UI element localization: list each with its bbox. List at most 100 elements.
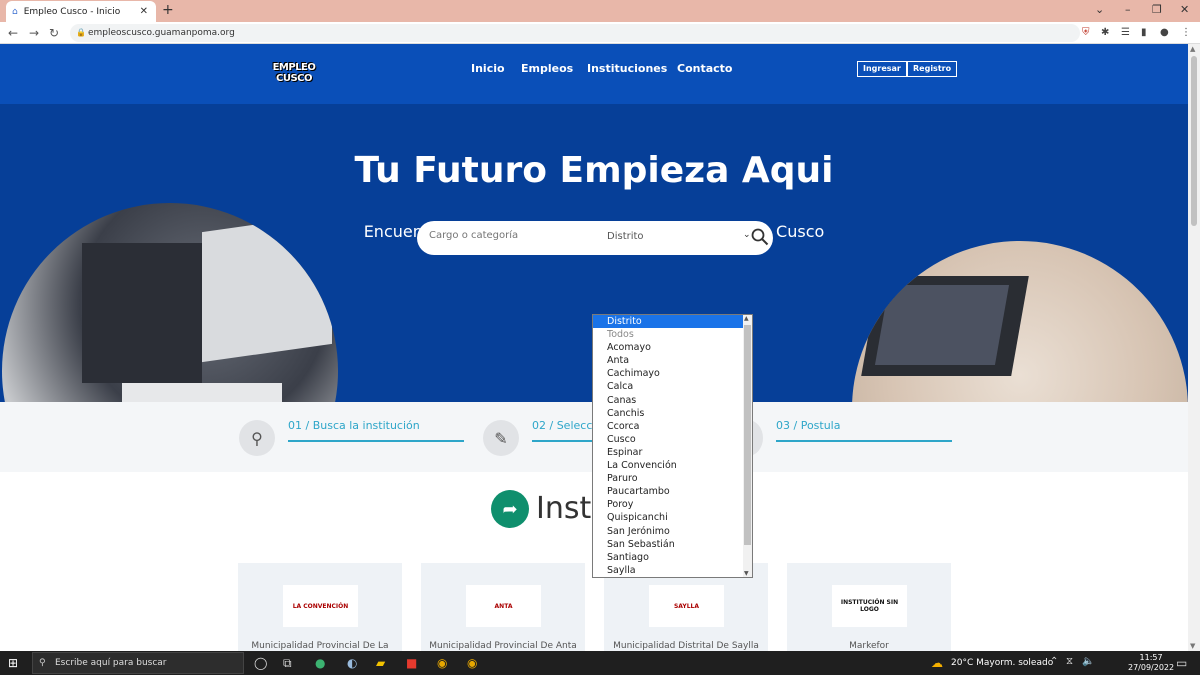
logo-caption: LA CONVENCIÓN	[292, 602, 349, 610]
dropdown-option[interactable]: Saylla	[593, 564, 752, 577]
register-button[interactable]: Registro	[907, 61, 958, 77]
district-select[interactable]: Distrito	[607, 231, 644, 242]
taskbar-search-box[interactable]: ⚲ Escribe aquí para buscar	[32, 652, 244, 674]
dropdown-option[interactable]: La Convención	[593, 459, 752, 472]
forward-icon[interactable]: →	[29, 26, 39, 40]
tab-close-icon[interactable]: ✕	[140, 6, 148, 17]
side-panel-icon[interactable]: ▮	[1141, 27, 1147, 38]
dropdown-option[interactable]: Santiago	[593, 551, 752, 564]
profile-avatar-icon[interactable]: ●	[1160, 27, 1169, 38]
app-icon-green[interactable]: ●	[315, 656, 325, 670]
job-search-input[interactable]	[429, 230, 589, 241]
chevron-down-icon[interactable]: ⌄	[743, 230, 751, 240]
url-field[interactable]: 🔒 empleoscusco.guamanpoma.org	[70, 24, 1080, 42]
institution-logo: INSTITUCIÓN SIN LOGO	[832, 585, 907, 627]
dropdown-option[interactable]: Ccorca	[593, 420, 752, 433]
login-button[interactable]: Ingresar	[857, 61, 907, 77]
dropdown-option[interactable]: Distrito	[593, 315, 752, 329]
browser-tab-strip: ⌂ Empleo Cusco - Inicio ✕ + ⌄ – ❐ ✕	[0, 0, 1200, 22]
step-2-divider	[532, 440, 592, 442]
reload-icon[interactable]: ↻	[49, 26, 59, 40]
institution-card[interactable]: LA CONVENCIÓN Municipalidad Provincial D…	[238, 563, 402, 651]
dropdown-option[interactable]: Poroy	[593, 498, 752, 511]
browser-tab[interactable]: ⌂ Empleo Cusco - Inicio ✕	[6, 1, 156, 22]
task-view-icon[interactable]: ◯	[254, 656, 267, 670]
url-text: empleoscusco.guamanpoma.org	[88, 28, 235, 38]
hero-title: Tu Futuro Empieza Aqui	[354, 150, 834, 191]
back-icon[interactable]: ←	[8, 26, 18, 40]
dropdown-option[interactable]: Canchis	[593, 407, 752, 420]
dropdown-option[interactable]: Anta	[593, 354, 752, 367]
extensions-icon[interactable]: ✱	[1101, 27, 1109, 38]
institution-name: Municipalidad Provincial De Anta	[429, 641, 577, 651]
institution-card[interactable]: INSTITUCIÓN SIN LOGO Markefor	[787, 563, 951, 651]
chrome-icon[interactable]: ◉	[437, 656, 447, 670]
nav-empleos[interactable]: Empleos	[521, 62, 573, 75]
nav-instituciones[interactable]: Instituciones	[587, 62, 667, 75]
reading-list-icon[interactable]: ☰	[1121, 27, 1130, 38]
chrome-active-icon[interactable]: ◉	[467, 656, 477, 670]
web-page: EMPLEO CUSCO Inicio Empleos Institucione…	[0, 44, 1188, 651]
new-tab-button[interactable]: +	[162, 2, 174, 18]
windows-taskbar: ⊞ ⚲ Escribe aquí para buscar ◯ ⧉ ● ◐ ▰ ■…	[0, 651, 1200, 675]
step-2-label: 02 / Selecci	[532, 419, 596, 432]
site-header: EMPLEO CUSCO Inicio Empleos Institucione…	[0, 44, 1188, 104]
app-icon-red[interactable]: ■	[406, 656, 417, 670]
dropdown-option[interactable]: Paruro	[593, 472, 752, 485]
dropdown-option[interactable]: Todos	[593, 328, 752, 341]
logo-caption: SAYLLA	[673, 602, 700, 610]
nav-contacto[interactable]: Contacto	[677, 62, 732, 75]
clock-date: 27/09/2022	[1128, 663, 1175, 672]
taskbar-clock[interactable]: 11:57 27/09/2022	[1128, 653, 1174, 673]
app-icon-edge[interactable]: ◐	[347, 656, 357, 670]
windows-start-icon[interactable]: ⊞	[8, 656, 18, 670]
logo-text-top: EMPLEO	[272, 62, 316, 73]
magnifier-icon: ⚲	[239, 420, 275, 456]
step-3-label: 03 / Postula	[776, 419, 841, 432]
close-window-button[interactable]: ✕	[1180, 3, 1189, 16]
tab-search-icon[interactable]: ⌄	[1095, 3, 1104, 16]
chevron-up-icon[interactable]: ⌃	[1050, 656, 1058, 667]
weather-text[interactable]: 20°C Mayorm. soleado	[951, 658, 1053, 668]
job-search-bar: Distrito ⌄	[417, 221, 773, 255]
scroll-down-icon[interactable]: ▼	[744, 570, 749, 577]
nav-inicio[interactable]: Inicio	[471, 62, 505, 75]
logo-text-bottom: CUSCO	[275, 73, 313, 84]
dropdown-option[interactable]: Cachimayo	[593, 367, 752, 380]
dropdown-option[interactable]: Acomayo	[593, 341, 752, 354]
maximize-button[interactable]: ❐	[1152, 3, 1162, 16]
dropdown-scrollbar[interactable]: ▲ ▼	[743, 315, 752, 577]
logo-caption: INSTITUCIÓN SIN LOGO	[840, 599, 899, 613]
lock-icon: 🔒	[76, 28, 86, 37]
scroll-up-icon[interactable]: ▲	[744, 315, 749, 322]
dropdown-scroll-thumb[interactable]	[744, 325, 751, 545]
dropdown-option[interactable]: Quispicanchi	[593, 511, 752, 524]
widgets-icon[interactable]: ⧉	[283, 656, 292, 671]
dropdown-option[interactable]: Canas	[593, 394, 752, 407]
institution-logo: SAYLLA	[649, 585, 724, 627]
site-logo[interactable]: EMPLEO CUSCO	[270, 62, 318, 88]
menu-icon[interactable]: ⋮	[1181, 27, 1191, 38]
volume-icon[interactable]: 🔈	[1082, 656, 1094, 667]
clock-time: 11:57	[1139, 653, 1163, 662]
dropdown-option[interactable]: Paucartambo	[593, 485, 752, 498]
image-detail	[82, 243, 202, 383]
institution-card[interactable]: ANTA Municipalidad Provincial De Anta	[421, 563, 585, 651]
shield-extension-icon[interactable]: ⛨	[1082, 27, 1090, 38]
dropdown-option[interactable]: Cusco	[593, 433, 752, 446]
site-favicon-icon: ⌂	[12, 6, 18, 17]
notification-icon[interactable]: ▭	[1176, 656, 1187, 670]
page-scroll-thumb[interactable]	[1191, 56, 1197, 226]
search-icon[interactable]	[751, 228, 769, 246]
scroll-up-icon[interactable]: ▲	[1190, 45, 1195, 53]
minimize-button[interactable]: –	[1125, 3, 1131, 16]
dropdown-option[interactable]: San Sebastián	[593, 538, 752, 551]
scroll-down-icon[interactable]: ▼	[1190, 642, 1195, 650]
file-explorer-icon[interactable]: ▰	[376, 656, 385, 670]
dropdown-option[interactable]: Espinar	[593, 446, 752, 459]
dropdown-option[interactable]: San Jerónimo	[593, 525, 752, 538]
network-icon[interactable]: ⧖	[1066, 656, 1073, 667]
page-scrollbar[interactable]: ▲ ▼	[1188, 44, 1200, 651]
dropdown-option[interactable]: Calca	[593, 380, 752, 393]
district-dropdown-list[interactable]: Distrito Todos Acomayo Anta Cachimayo Ca…	[592, 314, 753, 578]
